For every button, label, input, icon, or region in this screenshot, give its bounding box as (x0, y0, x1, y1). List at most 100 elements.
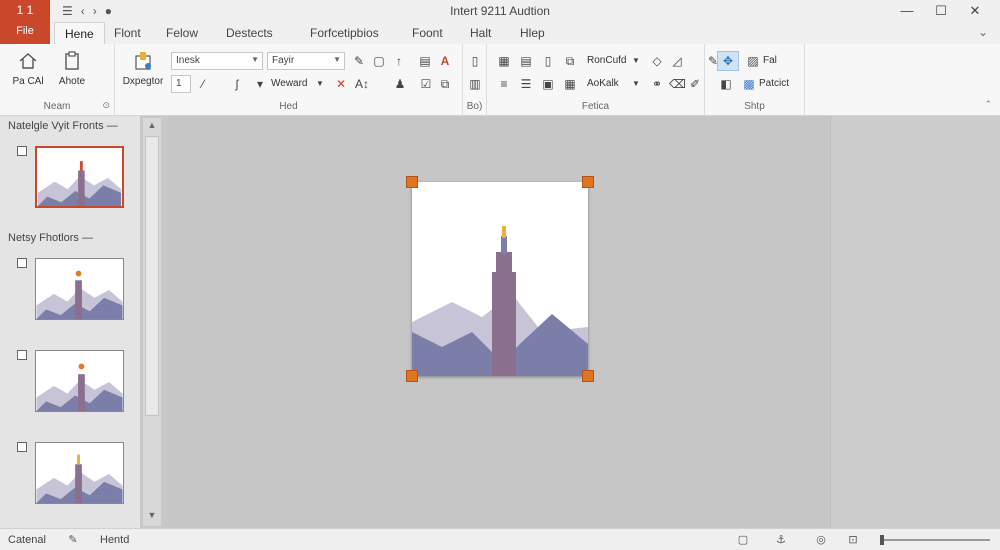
font-size-value: Fayir (272, 55, 295, 66)
chevron-down-icon: ▼ (333, 55, 341, 64)
patcict-button[interactable]: Patcict (759, 75, 803, 93)
status-left-text: Catenal (8, 534, 46, 546)
document-icon[interactable]: ▤ (417, 52, 433, 70)
align-icon[interactable]: ≡ (495, 75, 513, 93)
section-more-2: — (81, 232, 93, 244)
font-name-select[interactable]: Inesk ▼ (171, 52, 263, 70)
frame-icon[interactable]: ▣ (539, 75, 557, 93)
user-icon[interactable]: ♟ (391, 75, 409, 93)
ribbon-group-shtp: ✎ ✥ ▨ Fal ◧ ▩ Patcict Shtp (705, 44, 805, 116)
chevron-down-icon[interactable]: ▾ (255, 75, 265, 93)
section-title-1: Natelgle Vyit Fronts (8, 120, 104, 132)
slide-thumbnail-1[interactable] (35, 146, 124, 208)
group-label-neam: Neam (43, 101, 71, 112)
table-icon[interactable]: ▤ (517, 52, 535, 70)
ribbon-group-fetica: ▦ ▤ ▯ ⧉ RonCufd ▼ ◇ ◿ ≡ ☰ ▣ ▦ AoKalk ▼ ⚭… (487, 44, 705, 116)
file-icon[interactable]: ▯ (466, 52, 484, 70)
slash-icon[interactable]: ⁄ (195, 75, 211, 93)
layout-icon[interactable]: ▦ (495, 52, 513, 70)
link-icon[interactable]: ⚭ (649, 75, 665, 93)
tab-font[interactable]: Flont (104, 22, 151, 44)
notes-icon[interactable]: ✎ (66, 533, 80, 547)
tab-destects[interactable]: Destects (216, 22, 283, 44)
list-icon[interactable]: ☰ (517, 75, 535, 93)
select-icon[interactable]: ✥ (717, 51, 739, 71)
fal-button[interactable]: Fal (763, 52, 799, 70)
grid-icon[interactable]: ▦ (561, 75, 579, 93)
tab-forfcetipbios[interactable]: Forfcetipbios (300, 22, 389, 44)
group-launcher-icon[interactable]: ⊙ (102, 100, 110, 111)
chevron-down-icon[interactable]: ▼ (315, 75, 325, 93)
box-icon[interactable]: ▢ (371, 52, 387, 70)
up-icon[interactable]: ↑ (391, 52, 407, 70)
page-icon[interactable]: ▯ (539, 52, 557, 70)
tab-help[interactable]: Hlep (510, 22, 555, 44)
slide-icon (17, 258, 27, 268)
font-color-icon[interactable]: A (437, 52, 453, 70)
delete-icon[interactable]: ✕ (333, 75, 349, 93)
section-header-2[interactable]: Netsy Fhotlors — (8, 232, 93, 244)
slide-thumbnail-3[interactable] (35, 350, 124, 412)
picture-icon[interactable]: ▨ (745, 52, 761, 70)
ahote-button[interactable]: Ahote (50, 50, 94, 87)
thumbnail-scrollbar[interactable]: ▲ ▼ (143, 118, 161, 526)
zoom-slider-knob[interactable] (880, 535, 884, 545)
copy-icon[interactable]: ⧉ (561, 52, 579, 70)
menu-icon[interactable]: ☰ (62, 4, 73, 18)
resize-handle-top-left[interactable] (406, 176, 418, 188)
bookmark-icon[interactable]: ◿ (669, 52, 685, 70)
paste-call-button[interactable]: Pa CAl (6, 50, 50, 87)
circle-icon[interactable]: ● (105, 4, 112, 18)
redo-icon[interactable]: › (93, 4, 97, 18)
slide-thumbnail-2[interactable] (35, 258, 124, 320)
check-box-icon[interactable]: ☑ (417, 75, 435, 93)
eraser-icon[interactable]: ⌫ (669, 75, 686, 93)
zoom-slider[interactable] (880, 535, 990, 545)
tab-foont[interactable]: Foont (402, 22, 453, 44)
scroll-thumb[interactable] (145, 136, 159, 416)
slide-thumbnail-panel: Natelgle Vyit Fronts — Netsy Fhotlors — (0, 116, 140, 528)
tab-halt[interactable]: Halt (460, 22, 501, 44)
maximize-button[interactable]: ☐ (924, 2, 958, 20)
minimize-button[interactable]: — (890, 2, 924, 20)
tab-home[interactable]: Hene (54, 22, 105, 44)
slide-thumbnail-4[interactable] (35, 442, 124, 504)
resize-handle-bottom-right[interactable] (582, 370, 594, 382)
anchor-icon[interactable]: ⚓ (774, 533, 788, 547)
app-badge[interactable]: 1 1 File (0, 0, 50, 44)
designer-button[interactable]: Dxpegtor (121, 50, 165, 87)
ribbon-group-neam: Pa CAl Ahote Neam ⊙ (0, 44, 115, 116)
slideshow-icon[interactable]: ◎ (814, 533, 828, 547)
paste-icon[interactable]: ▥ (466, 75, 484, 93)
close-button[interactable]: ✕ (958, 2, 992, 20)
copy-icon[interactable]: ⧉ (437, 75, 453, 93)
scroll-down-icon[interactable]: ▼ (145, 510, 159, 524)
resize-handle-top-right[interactable] (582, 176, 594, 188)
resize-handle-bottom-left[interactable] (406, 370, 418, 382)
s-icon[interactable]: ʃ (213, 75, 261, 93)
chart-icon[interactable]: ▩ (741, 75, 757, 93)
fit-icon[interactable]: ⊡ (846, 533, 860, 547)
group-label-hed: Hed (279, 101, 298, 112)
chevron-down-icon[interactable]: ▼ (631, 52, 641, 70)
tab-follow[interactable]: Felow (156, 22, 208, 44)
note-icon[interactable]: ◧ (717, 75, 735, 93)
current-slide[interactable] (406, 176, 594, 382)
slide-canvas[interactable] (168, 116, 830, 528)
designer-label: Dxpegtor (122, 76, 164, 87)
ribbon-options-icon[interactable]: ⌄ (978, 25, 988, 39)
ribbon-collapse-icon[interactable]: ⌃ (984, 99, 992, 110)
section-header-1[interactable]: Natelgle Vyit Fronts — (8, 120, 118, 132)
section-title-2: Netsy Fhotlors (8, 232, 79, 244)
undo-icon[interactable]: ‹ (81, 4, 85, 18)
num-field[interactable]: 1 (171, 75, 191, 93)
pencil-icon[interactable]: ✐ (687, 75, 703, 93)
pen-icon[interactable]: ✎ (351, 52, 367, 70)
scroll-up-icon[interactable]: ▲ (145, 120, 159, 134)
view-normal-icon[interactable]: ▢ (736, 533, 750, 547)
file-tab[interactable]: File (0, 25, 50, 37)
chevron-down-icon[interactable]: ▼ (631, 75, 641, 93)
shape-icon[interactable]: ◇ (649, 52, 665, 70)
text-effects-icon[interactable]: A↕ (351, 75, 373, 93)
font-size-select[interactable]: Fayir ▼ (267, 52, 345, 70)
